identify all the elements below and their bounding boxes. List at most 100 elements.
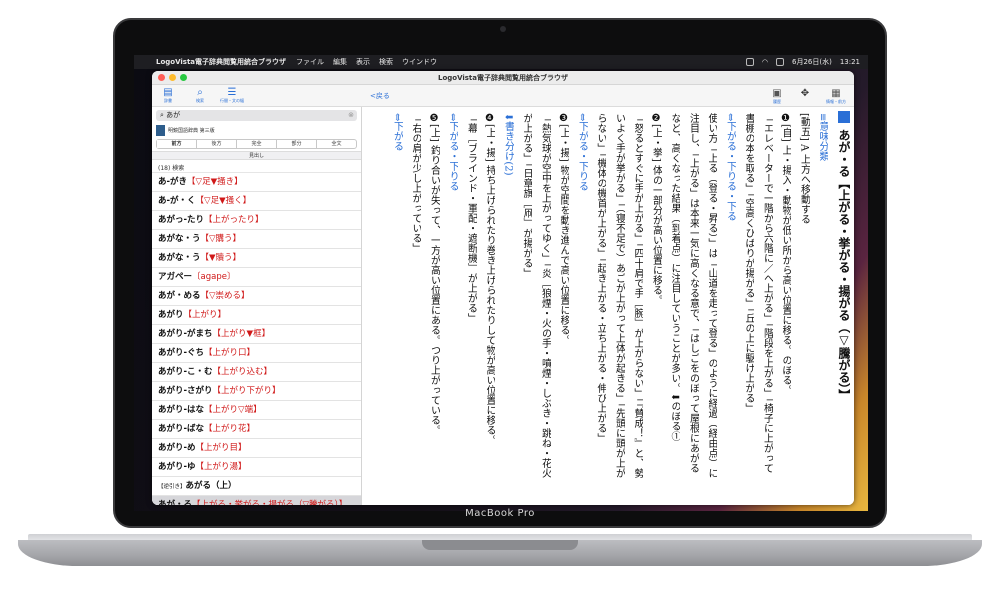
dictionary-button[interactable]: ▤ 辞書 (152, 87, 184, 104)
result-kanji: 【▽購う】 (200, 234, 242, 244)
result-word: あがる（上） (185, 481, 237, 491)
result-row[interactable]: 【逆引き】あがる（上） (152, 477, 361, 496)
result-row[interactable]: あがり【上がり】 (152, 306, 361, 325)
result-row[interactable]: あがり-さがり【上がり下がり】 (152, 382, 361, 401)
toolbar: ▤ 辞書 ⌕ 検索 ☰ 行間・文の幅 <戻る ▣ 履歴 ✥ ▦ 情報・前方 (152, 85, 854, 107)
result-row[interactable]: あがり-ばな【上がり花】 (152, 420, 361, 439)
result-kanji: 【上がり湯】 (195, 462, 247, 472)
search-mode-segmented: 前方 後方 完全 部分 全文 (156, 139, 357, 149)
menu-search[interactable]: 検索 (379, 55, 393, 69)
search-button[interactable]: ⌕ 検索 (184, 87, 216, 104)
result-word: あ-がき (158, 177, 188, 187)
result-word: あが・る (158, 500, 193, 505)
back-button[interactable]: <戻る (370, 91, 390, 101)
entry-line: 書棚の本を取る」「空高くひばりが揚がる」「丘の上に駆け上がる」 (743, 113, 754, 413)
window-title: LogoVista電子辞典閲覧用統合ブラウザ (437, 74, 569, 82)
zoom-button[interactable] (180, 74, 187, 81)
result-word: あがり-ゆ (158, 462, 196, 472)
result-row[interactable]: アガペー〔agape〕 (152, 268, 361, 287)
entry-line: が上がる」「日章旗［凧］が揚がる」 (521, 113, 532, 278)
result-kanji: 【上がり込む】 (212, 367, 273, 377)
result-row[interactable]: あがり-ぐち【上がり口】 (152, 344, 361, 363)
result-kanji: 〔agape〕 (192, 272, 236, 282)
history-icon: ▣ (772, 88, 782, 99)
result-row[interactable]: あがり-はな【上がり▽端】 (152, 401, 361, 420)
entry-line: ⇔下がる・下りる (447, 113, 458, 192)
result-kanji: 【上がり】 (183, 310, 227, 320)
entry-line: ❹[上・揚] 持ち上げられたり巻き上げられたりして物が高い位置に移る。 (484, 113, 495, 445)
close-button[interactable] (158, 74, 165, 81)
entry-line: ❶[自] 上・揚入・動物が低い所から高い位置に移る。のぼる。 (780, 113, 791, 395)
result-row[interactable]: あがり-ゆ【上がり湯】 (152, 458, 361, 477)
info-icon: ▦ (831, 88, 841, 99)
result-row[interactable]: あ-が・く【▽足▼掻く】 (152, 192, 361, 211)
search-input[interactable]: ⌕ あが ⊗ (156, 110, 357, 121)
mode-partial[interactable]: 部分 (277, 140, 317, 148)
status-icon[interactable] (745, 58, 754, 66)
result-kanji: 【上がり下がり】 (212, 386, 281, 396)
result-row[interactable]: あがっ-たり【上がったり】 (152, 211, 361, 230)
sidebar: ⌕ あが ⊗ 明鏡国語辞典 第三版 前方 後方 完全 部分 全文 見出し (18… (152, 107, 362, 505)
control-center-icon[interactable] (775, 58, 784, 66)
entry-line: [動五] A 上方へ移動する (798, 113, 810, 225)
wifi-icon[interactable]: ◠ (762, 55, 768, 69)
result-kanji: 【上がり花】 (204, 424, 256, 434)
history-button-label: 履歴 (773, 99, 781, 104)
menu-file[interactable]: ファイル (296, 55, 324, 69)
toolbar-right: ▣ 履歴 ✥ ▦ 情報・前方 (768, 88, 848, 105)
settings-button[interactable]: ✥ (796, 88, 814, 105)
mode-suffix[interactable]: 後方 (197, 140, 237, 148)
result-row[interactable]: あがり-がまち【上がり▼框】 (152, 325, 361, 344)
result-kanji: 【上がったり】 (204, 215, 264, 225)
result-kanji: 【▼贖う】 (200, 253, 242, 263)
info-button[interactable]: ▦ 情報・前方 (824, 88, 848, 105)
result-row[interactable]: あがり-め【上がり目】 (152, 439, 361, 458)
result-word: あがり-はな (158, 405, 205, 415)
date-text[interactable]: 6月26日(水) (792, 55, 832, 69)
lines-icon: ☰ (227, 87, 237, 98)
result-row[interactable]: あ-がき【▽足▼掻き】 (152, 173, 361, 192)
result-word: あがり-さがり (158, 386, 213, 396)
menu-window[interactable]: ウインドウ (402, 55, 437, 69)
mode-prefix[interactable]: 前方 (157, 140, 197, 148)
menu-edit[interactable]: 編集 (333, 55, 347, 69)
section-header: 見出し (152, 151, 361, 160)
dictionary-selector[interactable]: 明鏡国語辞典 第三版 (152, 124, 361, 137)
line-spacing-button[interactable]: ☰ 行間・文の幅 (216, 87, 248, 104)
dictionary-badge-icon (838, 111, 850, 123)
mode-fulltext[interactable]: 全文 (317, 140, 356, 148)
result-row[interactable]: あが・める【▽崇める】 (152, 287, 361, 306)
entry-line: 使い方「上る（登る・昇る）」は「山道を走って登る」のように経過（経由点）に (706, 113, 717, 478)
status-area: ◠ 6月26日(水) 13:21 (745, 55, 868, 69)
mode-exact[interactable]: 完全 (237, 140, 277, 148)
result-word: あがり-ばな (158, 424, 205, 434)
result-kanji: 【上がり▼框】 (212, 329, 271, 339)
laptop-opening-notch (422, 540, 578, 550)
search-button-label: 検索 (196, 98, 204, 103)
dictionary-button-label: 辞書 (164, 98, 172, 103)
camera-icon (500, 26, 506, 32)
menu-app-name[interactable]: LogoVista電子辞典閲覧用統合ブラウザ (156, 55, 286, 69)
time-text[interactable]: 13:21 (840, 55, 860, 69)
dictionary-thumbnail (156, 125, 165, 136)
result-word: あが・める (158, 291, 201, 301)
result-row[interactable]: あが・る【上がる・挙がる・揚がる（▽騰がる）】 (152, 496, 361, 505)
entry-content: あが・る【上がる・挙がる・揚がる（▽騰がる）】 ≡意味分類 [動五] A 上方へ移動… (363, 107, 854, 505)
entry-line: 「エレベーターで一階から六階に／へ上がる」「階段を上がる」「椅子に上がって (761, 113, 773, 473)
traffic-lights (158, 74, 187, 81)
history-button[interactable]: ▣ 履歴 (768, 88, 786, 105)
clear-icon[interactable]: ⊗ (348, 110, 354, 121)
entry-line: ⇔下がる・下りる・下る (724, 113, 736, 222)
search-icon: ⌕ (197, 87, 203, 98)
entry-line: 「右の肩が少し上がっている」 (410, 113, 421, 253)
entry-line: 「熱気球が空中を上がってゆく」「炎［狼煙・火の手・噴煙・しぶき・跳ね・花火 (539, 113, 551, 478)
menu-view[interactable]: 表示 (356, 55, 370, 69)
result-row[interactable]: あがり-こ・む【上がり込む】 (152, 363, 361, 382)
result-word: あ-が・く (158, 196, 196, 206)
result-kanji: 【上がる・挙がる・揚がる（▽騰がる）】 (192, 500, 348, 505)
result-row[interactable]: あがな・う【▼贖う】 (152, 249, 361, 268)
result-row[interactable]: あがな・う【▽購う】 (152, 230, 361, 249)
entry-line: ❷[上・挙] 体の一部分が高い位置に移る。 (650, 113, 662, 305)
minimize-button[interactable] (169, 74, 176, 81)
entry-line: ⇔下がる・下りる (576, 113, 588, 192)
